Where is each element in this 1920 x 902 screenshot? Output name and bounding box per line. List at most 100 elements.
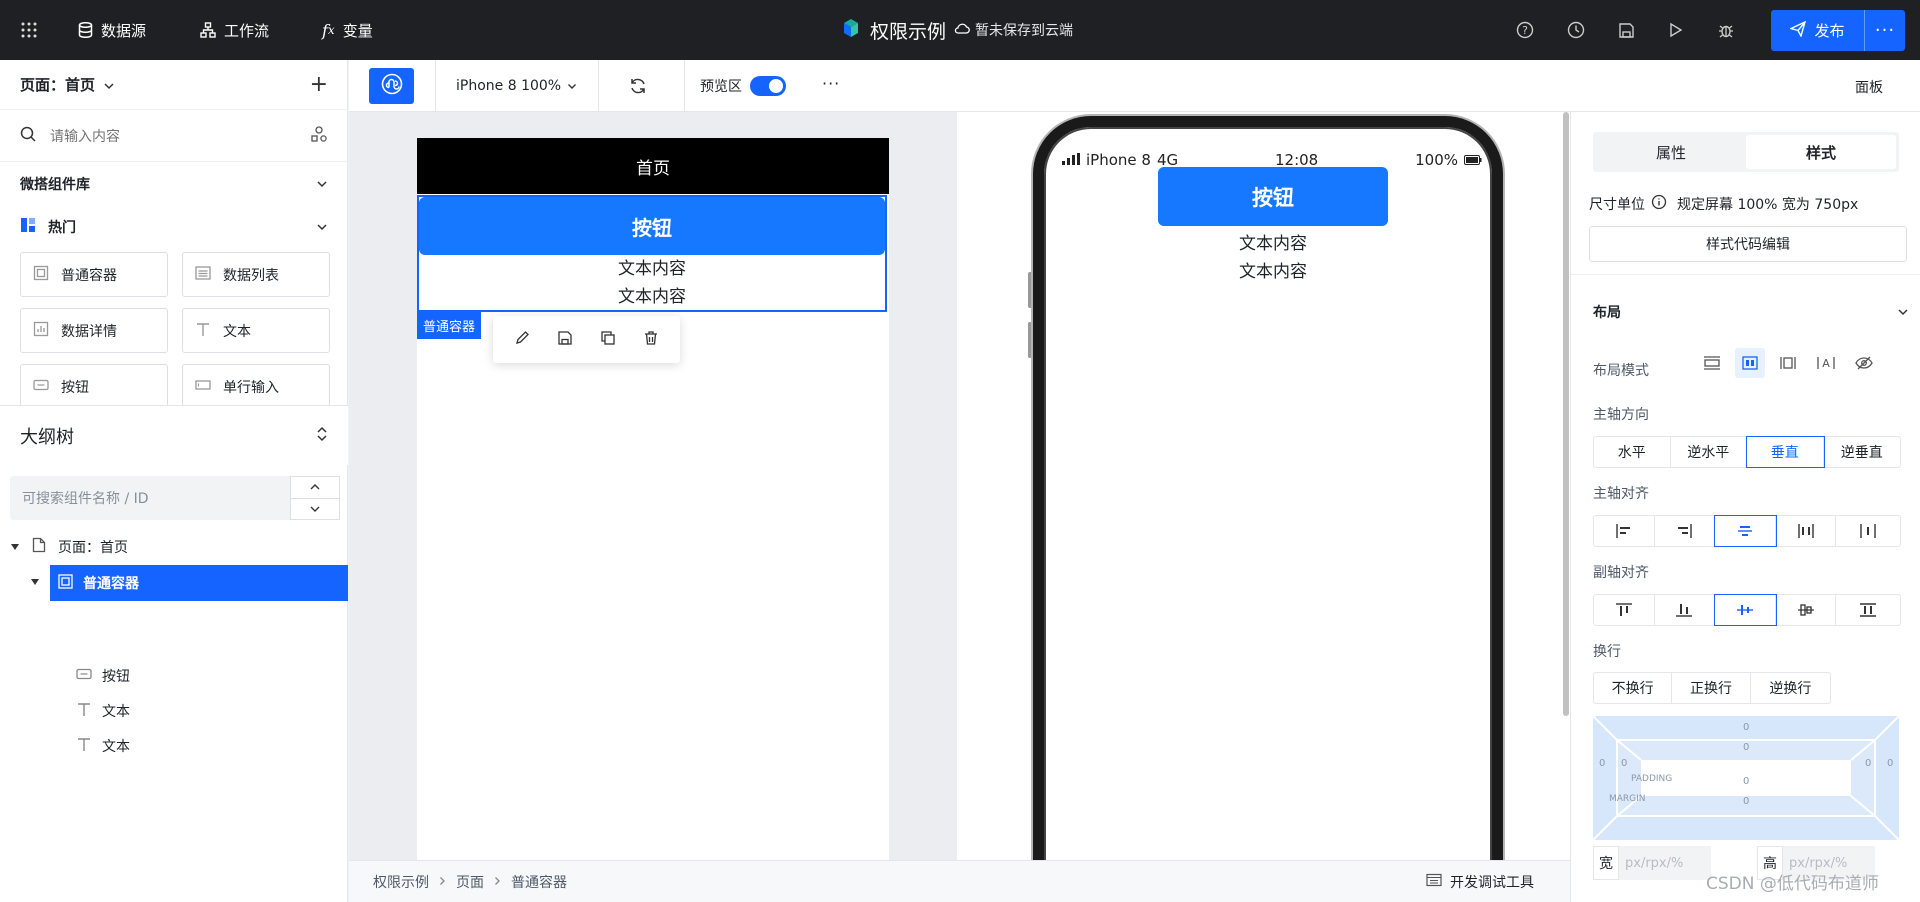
debug-bug-icon[interactable] [1716,20,1736,40]
info-icon[interactable] [1651,194,1667,214]
devtools-button[interactable]: 开发调试工具 [1426,872,1534,892]
tab-style[interactable]: 样式 [1746,135,1896,169]
chevron-down-icon[interactable] [291,499,339,520]
preview-button[interactable]: 按钮 [1158,167,1388,226]
outline-tree-header[interactable]: 大纲树 [0,405,348,465]
style-code-edit-button[interactable]: 样式代码编辑 [1589,226,1907,262]
wrap-wrap[interactable]: 正换行 [1672,673,1751,703]
padding-right-value[interactable]: 0 [1865,758,1871,769]
cross-align-stretch-icon[interactable] [1836,595,1900,625]
refresh-icon[interactable] [628,76,648,100]
align-center-icon[interactable] [1714,515,1777,547]
layout-flex-icon[interactable] [1735,348,1765,378]
device-selector[interactable]: iPhone 8 100% [456,60,577,112]
main-axis-horizontal[interactable]: 水平 [1594,437,1671,467]
play-icon[interactable] [1666,20,1686,40]
canvas-text[interactable]: 文本内容 [419,283,885,311]
layout-section-header[interactable]: 布局 [1593,302,1909,322]
publish-button[interactable]: 发布 [1771,10,1865,51]
mini-program-button[interactable] [369,68,414,104]
chevron-right-icon [494,874,501,890]
padding-top-value[interactable]: 0 [1743,742,1749,753]
apps-grid-icon[interactable] [20,0,38,60]
cross-align-center-icon[interactable] [1714,594,1777,626]
selected-container[interactable]: 按钮 文本内容 文本内容 [417,195,887,312]
container-action-toolbar [493,316,680,363]
breadcrumb-item[interactable]: 普通容器 [511,872,567,892]
canvas-button[interactable]: 按钮 [419,197,885,255]
margin-bottom-value[interactable]: 0 [1743,796,1749,807]
tree-node-text[interactable]: 文本 [0,694,348,728]
hot-section-header[interactable]: 热门 [0,206,348,248]
cross-align-end-icon[interactable] [1655,595,1716,625]
copy-icon[interactable] [600,330,616,350]
chevron-up-icon[interactable] [291,477,339,499]
expand-collapse-icon[interactable] [316,426,328,446]
component-card[interactable]: 文本 [182,308,330,353]
save-icon[interactable] [1616,20,1636,40]
size-unit-label: 尺寸单位 [1589,197,1645,213]
padding-bottom-value[interactable]: 0 [1743,776,1749,787]
cross-align-baseline-icon[interactable] [1776,595,1837,625]
caret-down-icon[interactable] [30,574,40,590]
component-market-icon[interactable] [310,125,328,147]
help-icon[interactable]: ? [1515,20,1535,40]
panel-toggle-button[interactable]: 面板 [1855,77,1883,97]
add-page-icon[interactable]: + [310,72,328,97]
layout-block-icon[interactable] [1697,348,1727,378]
tree-node-button[interactable]: 按钮 [0,659,348,693]
align-space-between-icon[interactable] [1776,516,1837,546]
canvas-text[interactable]: 文本内容 [419,255,885,283]
preview-scrollbar[interactable] [1563,112,1569,716]
margin-left-value[interactable]: 0 [1599,758,1605,769]
tree-node-text[interactable]: 文本 [0,729,348,763]
layout-inline-block-icon[interactable] [1773,348,1803,378]
delete-trash-icon[interactable] [643,330,659,350]
tab-properties[interactable]: 属性 [1596,135,1746,169]
preview-toggle[interactable] [750,76,786,96]
outline-search-input[interactable]: 可搜索组件名称 / ID [10,476,290,520]
caret-down-icon[interactable] [10,539,20,555]
tree-node-container[interactable]: 普通容器 [50,565,348,601]
component-card[interactable]: 普通容器 [20,252,168,297]
breadcrumb-item[interactable]: 页面 [456,872,484,892]
margin-right-value[interactable]: 0 [1887,758,1893,769]
padding-left-value[interactable]: 0 [1621,758,1627,769]
main-axis-reverse-horizontal[interactable]: 逆水平 [1671,437,1747,467]
align-start-icon[interactable] [1594,516,1655,546]
main-axis-reverse-vertical[interactable]: 逆垂直 [1824,437,1901,467]
main-axis-vertical[interactable]: 垂直 [1746,436,1825,468]
eye-hidden-icon[interactable] [1849,348,1879,378]
breadcrumb-item[interactable]: 权限示例 [373,872,429,892]
tree-caret-cell[interactable] [0,565,50,599]
preview-toggle-group: 预览区 [700,60,786,112]
history-icon[interactable] [1566,20,1586,40]
align-space-around-icon[interactable] [1836,516,1900,546]
wrap-nowrap[interactable]: 不换行 [1594,673,1673,703]
align-end-icon[interactable] [1655,516,1716,546]
variable-menu[interactable]: fx 变量 [322,0,373,60]
layout-mode-label: 布局模式 [1593,363,1649,379]
save-icon[interactable] [557,330,573,350]
more-options-button[interactable]: ··· [822,74,840,93]
edit-pencil-icon[interactable] [514,330,530,350]
layout-inline-icon[interactable]: A [1811,348,1841,378]
component-card[interactable]: 数据详情 [20,308,168,353]
datasource-menu[interactable]: 数据源 [78,0,146,60]
workflow-menu[interactable]: 工作流 [200,0,269,60]
component-search-input[interactable] [50,127,296,144]
wrap-reverse[interactable]: 逆换行 [1751,673,1830,703]
design-canvas: 首页 按钮 文本内容 文本内容 普通容器 [349,112,957,860]
container-label-tag[interactable]: 普通容器 [417,312,482,339]
tree-node-page[interactable]: 页面：首页 [0,530,348,564]
design-page[interactable]: 首页 按钮 文本内容 文本内容 普通容器 [417,138,889,860]
library-section-header[interactable]: 微搭组件库 [0,163,348,205]
page-selector[interactable]: 页面：首页 + [0,60,348,110]
margin-top-value[interactable]: 0 [1743,722,1749,733]
width-input[interactable]: px/rpx/% [1619,846,1711,880]
cross-align-start-icon[interactable] [1594,595,1655,625]
component-card[interactable]: 数据列表 [182,252,330,297]
component-card[interactable]: 单行输入 [182,364,330,409]
publish-more-button[interactable]: ··· [1865,10,1905,51]
component-card[interactable]: 按钮 [20,364,168,409]
